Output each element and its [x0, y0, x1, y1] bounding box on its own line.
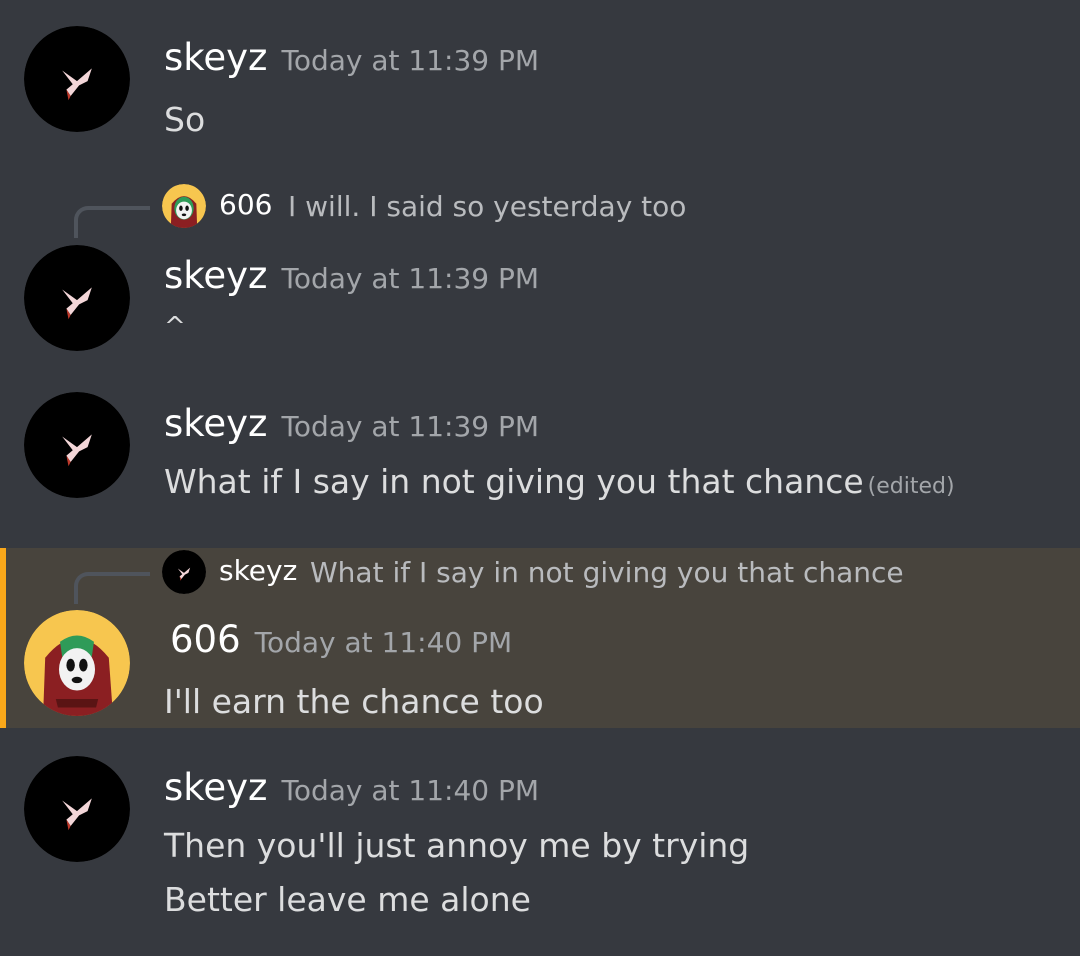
reply-preview[interactable]: 606 I will. I said so yesterday too [74, 184, 774, 238]
skeyz-avatar[interactable] [24, 26, 130, 132]
chat-message: skeyz Today at 11:40 PM Then you'll just … [0, 740, 1080, 950]
reply-text[interactable]: What if I say in not giving you that cha… [310, 556, 904, 589]
skeyz-avatar[interactable] [24, 245, 130, 351]
message-text: ^ [164, 312, 186, 342]
reply-text[interactable]: I will. I said so yesterday too [288, 190, 686, 223]
message-username[interactable]: skeyz [164, 402, 267, 445]
skeyz-avatar[interactable] [24, 756, 130, 862]
edited-label: (edited) [867, 474, 955, 499]
masked-character-avatar-icon [162, 184, 206, 228]
chat-message: skeyz Today at 11:39 PM So [0, 0, 1080, 160]
message-username[interactable]: 606 [170, 618, 241, 661]
chat-message-highlighted: skeyz What if I say in not giving you th… [0, 548, 1080, 728]
reply-spine [74, 572, 150, 604]
message-text-line: What if I say in not giving you that cha… [164, 462, 955, 501]
message-text: What if I say in not giving you that cha… [164, 462, 864, 501]
message-text: So [164, 100, 206, 139]
pink-x-avatar-icon [24, 756, 130, 862]
reply-username[interactable]: skeyz [219, 554, 297, 587]
message-timestamp: Today at 11:39 PM [281, 262, 540, 295]
reply-username[interactable]: 606 [219, 188, 272, 221]
chat-message-list[interactable]: skeyz Today at 11:39 PM So 606 I will. I … [0, 0, 1080, 956]
message-timestamp: Today at 11:40 PM [281, 774, 540, 807]
chat-message: skeyz Today at 11:39 PM What if I say in … [0, 380, 1080, 540]
message-text: I'll earn the chance too [164, 682, 544, 721]
reply-spine [74, 206, 150, 238]
message-timestamp: Today at 11:40 PM [254, 626, 513, 659]
606-mini-avatar[interactable] [162, 184, 206, 228]
message-username[interactable]: skeyz [164, 36, 267, 79]
pink-x-avatar-icon [162, 550, 206, 594]
message-text: Better leave me alone [164, 880, 531, 919]
masked-character-avatar-icon [24, 610, 130, 716]
message-username[interactable]: skeyz [164, 254, 267, 297]
chat-message: 606 I will. I said so yesterday too skey… [0, 170, 1080, 376]
message-timestamp: Today at 11:39 PM [281, 410, 540, 443]
pink-x-avatar-icon [24, 26, 130, 132]
message-username[interactable]: skeyz [164, 766, 267, 809]
pink-x-avatar-icon [24, 245, 130, 351]
skeyz-mini-avatar[interactable] [162, 550, 206, 594]
reply-preview[interactable]: skeyz What if I say in not giving you th… [74, 550, 974, 604]
message-text: Then you'll just annoy me by trying [164, 826, 750, 865]
skeyz-avatar[interactable] [24, 392, 130, 498]
606-avatar[interactable] [24, 610, 130, 716]
message-timestamp: Today at 11:39 PM [281, 44, 540, 77]
pink-x-avatar-icon [24, 392, 130, 498]
